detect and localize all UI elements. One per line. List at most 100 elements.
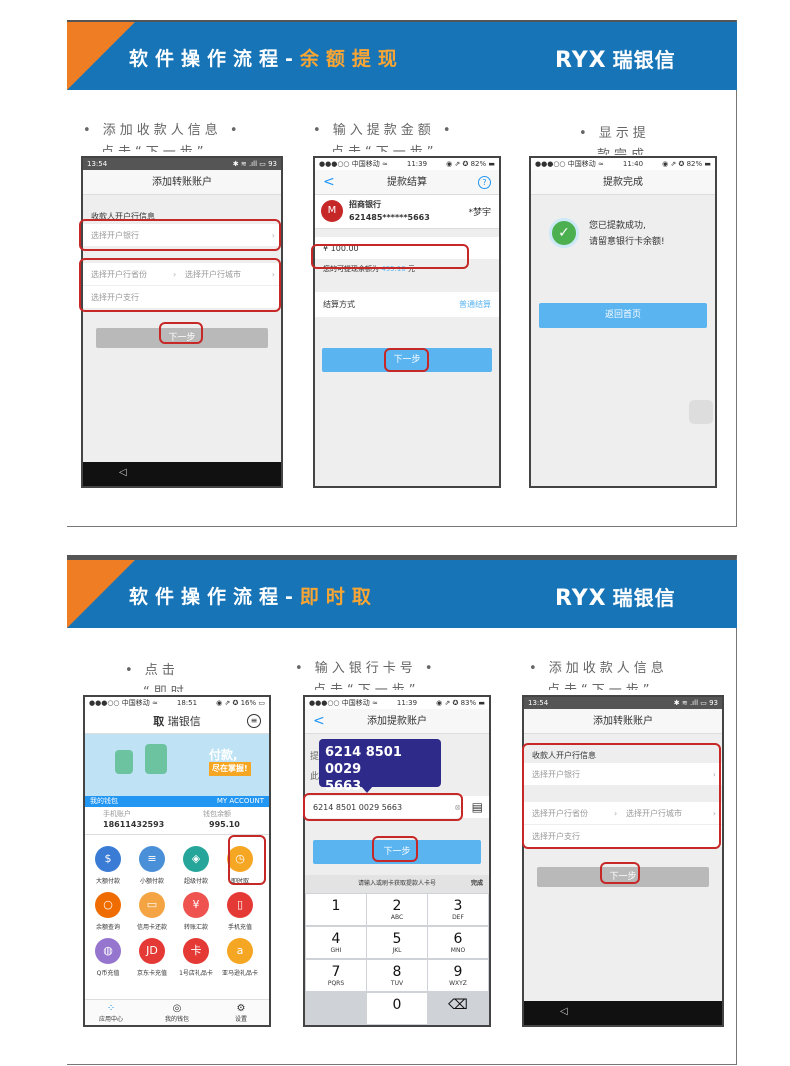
slide-title: 软件操作流程-即时取 (129, 586, 378, 608)
key-digit: 7 (331, 964, 341, 980)
back-icon[interactable]: ◁ (119, 467, 127, 478)
bank-logo-icon: M (321, 200, 343, 222)
keypad-key[interactable]: 5 JKL (367, 927, 427, 958)
card-number: 621485******5663 (349, 213, 430, 222)
key-digit: ⌫ (448, 997, 468, 1013)
tab-my-wallet[interactable]: ◎ 我的钱包 (165, 1003, 189, 1023)
key-letters: WXYZ (449, 980, 467, 987)
status-bar: ●●●○○ 中国移动 ≈18:51 ◉ ⇗ ✪ 16% ▭ (85, 697, 269, 709)
wallet-bar: 我的钱包 MY ACCOUNT (85, 796, 269, 807)
money-bag-icon (145, 744, 167, 774)
service-label: 大额付款 (95, 878, 120, 885)
keypad-key[interactable]: 8 TUV (367, 960, 427, 991)
tab-bar: ⁘ 应用中心 ◎ 我的钱包 ⚙ 设置 (85, 999, 269, 1025)
floating-assistive-button[interactable] (689, 400, 713, 424)
back-icon[interactable]: < (313, 709, 325, 734)
bank-card-row[interactable]: M 招商银行 621485******5663 *梦宇 (315, 195, 499, 229)
service-icon[interactable]: ◈ (183, 846, 209, 872)
key-digit: 3 (453, 898, 463, 914)
keypad-key[interactable]: 4 GHI (306, 927, 366, 958)
highlight-box (522, 743, 721, 849)
service-label: 余额查询 (95, 924, 120, 931)
keypad-key[interactable]: 2 ABC (367, 894, 427, 925)
slide-balance-withdraw: 软件操作流程-余额提现 RYX瑞银信 • 添加收款人信息 •点击“下一步” • … (67, 20, 737, 527)
key-digit: 9 (453, 964, 463, 980)
keypad-key[interactable]: 3 DEF (428, 894, 488, 925)
nav-title: 提款完成 (531, 170, 715, 195)
keypad-key[interactable]: 0 (367, 993, 427, 1024)
highlight-box (372, 836, 418, 862)
service-label: 1号店礼品卡 (179, 970, 213, 977)
banner-slogan: 付款, 尽在掌握! (209, 748, 251, 776)
key-digit: 6 (453, 931, 463, 947)
ryx-logo: RYX 瑞银信 (555, 586, 676, 611)
keypad-key[interactable]: 6 MNO (428, 927, 488, 958)
settle-method-row[interactable]: 结算方式 普通结算 (315, 292, 499, 318)
slide-banner: 软件操作流程-余额提现 RYX 瑞银信 (67, 22, 737, 90)
service-icon[interactable]: ▭ (139, 892, 165, 918)
service-label: 超级付款 (183, 878, 208, 885)
back-icon[interactable]: ◁ (560, 1006, 568, 1017)
promo-banner[interactable]: 付款, 尽在掌握! (85, 734, 269, 796)
nav-title: 添加转账账户 (83, 170, 281, 195)
service-label: 转账汇款 (183, 924, 208, 931)
status-bar: 13:54 ✱ ≋ .ıll ▭ 93 (524, 697, 722, 709)
service-icon[interactable]: ◍ (95, 938, 121, 964)
highlight-box (311, 244, 469, 269)
key-letters: TUV (390, 980, 404, 987)
service-icon[interactable]: $ (95, 846, 121, 872)
status-bar: ●●●○○ 中国移动 ≈11:40 ◉ ⇗ ✪ 82% ▬ (531, 158, 715, 170)
tab-app-center[interactable]: ⁘ 应用中心 (99, 1003, 123, 1023)
back-icon[interactable]: < (323, 170, 335, 195)
card-scan-icon[interactable]: ▤ (472, 796, 483, 819)
keypad-key[interactable]: 1 (306, 894, 366, 925)
menu-icon[interactable]: ≡ (247, 714, 261, 728)
step-caption-3: • 显示提款完成 (579, 126, 650, 155)
highlight-box (228, 835, 266, 885)
status-bar: ●●●○○ 中国移动 ≈11:39 ◉ ⇗ ✪ 82% ▬ (315, 158, 499, 170)
key-digit: 1 (331, 898, 341, 914)
keypad-key[interactable]: 7 PQRS (306, 960, 366, 991)
highlight-box (303, 793, 463, 821)
return-home-button[interactable]: 返回首页 (539, 303, 707, 328)
service-icon[interactable]: ▯ (227, 892, 253, 918)
key-letters: PQRS (327, 980, 345, 987)
done-button[interactable]: 完成 (471, 875, 483, 893)
banner-accent-triangle (67, 22, 135, 90)
key-digit: 5 (392, 931, 402, 947)
key-digit: 2 (392, 898, 402, 914)
highlight-box (159, 322, 203, 344)
nav-bar: < 添加提款账户 (305, 709, 489, 734)
service-label: Q币充值 (96, 970, 120, 977)
service-label: 信用卡还款 (136, 924, 167, 931)
banner-accent-triangle (67, 560, 135, 628)
service-label: 京东卡充值 (136, 970, 167, 977)
success-check-icon: ✓ (549, 218, 579, 248)
card-holder: *梦宇 (468, 208, 491, 218)
keypad-key[interactable]: 9 WXYZ (428, 960, 488, 991)
tab-settings[interactable]: ⚙ 设置 (235, 1003, 247, 1023)
step-caption-3: • 添加收款人信息点击“下一步” (529, 661, 668, 690)
card-number-tooltip: 6214 8501 0029 5663 (319, 739, 441, 794)
service-icon[interactable]: ≡ (139, 846, 165, 872)
step-caption-2: • 输入银行卡号 •点击“下一步” (295, 661, 437, 690)
service-icon[interactable]: 卡 (183, 938, 209, 964)
service-icon[interactable]: ¥ (183, 892, 209, 918)
nav-title: 添加转账账户 (524, 709, 722, 734)
nav-bar: < 提款结算? (315, 170, 499, 195)
help-icon[interactable]: ? (478, 176, 491, 189)
tooltip-arrow (361, 786, 373, 793)
service-icon[interactable]: ○ (95, 892, 121, 918)
field-label: 此 (310, 772, 320, 782)
numeric-keypad: 1 2 ABC 3 DEF 4 GHI 5 JKL 6 MNO 7 PQRS 8 TUV 9 WXYZ 0 ⌫ (305, 893, 489, 1025)
key-digit: 0 (392, 997, 402, 1013)
service-icon[interactable]: a (227, 938, 253, 964)
keypad-key[interactable] (306, 993, 366, 1024)
keypad-key[interactable]: ⌫ (428, 993, 488, 1024)
keyboard-hint: 请输入或刷卡获取提款人卡号 完成 (305, 875, 489, 893)
success-message: 您已提款成功, 请留意银行卡余额! (589, 221, 665, 247)
nav-bar: 取 瑞银信 ≡ (85, 709, 269, 734)
step-caption-1: • 点击“即时 (125, 663, 184, 692)
service-icon[interactable]: JD (139, 938, 165, 964)
key-letters: ABC (390, 914, 404, 921)
